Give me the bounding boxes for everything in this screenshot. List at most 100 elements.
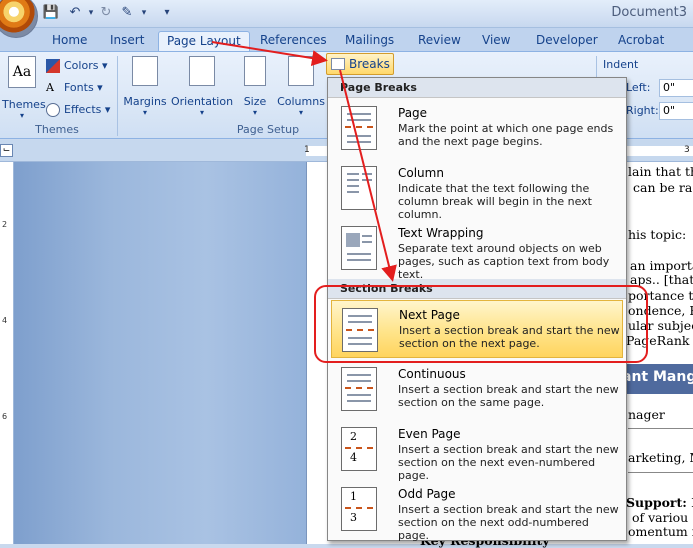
size-label: Size [243,95,267,108]
chevron-down-icon: ▾ [199,108,204,117]
qat-dropdown-icon[interactable]: ▾ [135,4,153,22]
tab-view[interactable]: View [474,31,518,51]
colors-icon [46,59,60,73]
menu-item-title: Even Page [398,427,461,441]
tab-home[interactable]: Home [44,31,95,51]
format-painter-icon[interactable]: ✎ [118,4,136,22]
fonts-button[interactable]: A Fonts ▾ [44,78,114,98]
section-heading: ant Mangl [622,369,693,385]
breaks-button[interactable]: Breaks ▾ [326,53,394,90]
vertical-ruler[interactable]: 2 4 6 [0,162,14,544]
tab-insert[interactable]: Insert [102,31,152,51]
tab-acrobat[interactable]: Acrobat [610,31,672,51]
doc-line: arketing, M. [628,450,693,465]
colors-label: Colors [64,59,99,72]
chevron-down-icon: ▾ [142,108,147,117]
breaks-icon [331,58,345,70]
chevron-down-icon: ▾ [19,111,24,120]
menu-item-desc: Indicate that the text following the col… [398,182,592,221]
fonts-icon: A [46,81,54,94]
fonts-label: Fonts [64,81,94,94]
tab-references[interactable]: References [252,31,335,51]
title-bar: 💾 ↶ ▾ ↻ ✎ ▾ ▾ Document3 [0,0,693,38]
margins-label: Margins [123,95,167,108]
menu-item-title: Text Wrapping [398,226,484,240]
doc-line: an importa [630,258,693,273]
doc-line: can be ra [633,180,693,195]
customize-qat-icon[interactable]: ▾ [158,4,176,22]
save-icon[interactable]: 💾 [42,4,60,22]
themes-label: Themes [2,98,46,111]
indent-right-field[interactable]: 0" [659,102,693,120]
window-title: Document3 [611,5,687,20]
menu-item-desc: Insert a section break and start the new… [398,383,619,409]
orientation-label: Orientation [170,95,234,108]
breaks-label: Breaks [349,57,390,71]
doc-line: his topic: [628,227,687,242]
ruler-mark: 1 [304,145,310,155]
indent-left-label: Left: [626,81,651,94]
vertical-ruler-mark: 2 [2,220,8,229]
menu-item-odd-page[interactable]: 1 3 Odd Page Insert a section break and … [331,480,623,542]
colors-button[interactable]: Colors ▾ [44,56,114,76]
indent-left-field[interactable]: 0" [659,79,693,97]
menu-item-title: Continuous [398,367,466,381]
menu-item-continuous[interactable]: Continuous Insert a section break and st… [331,360,623,418]
menu-item-title: Page [398,106,428,120]
page-break-icon [341,106,377,150]
menu-item-title: Odd Page [398,487,456,501]
size-button[interactable]: Size ▾ [238,56,272,117]
odd-page-icon: 1 3 [341,487,377,531]
margins-button[interactable]: Margins ▾ [121,56,169,117]
columns-label: Columns [277,95,325,108]
tab-page-layout[interactable]: Page Layout [158,31,250,51]
themes-group-label: Themes [35,123,79,136]
column-break-icon [341,166,377,210]
menu-item-page[interactable]: Page Mark the point at which one page en… [331,99,623,157]
doc-line: of variou [632,510,689,525]
continuous-break-icon [341,367,377,411]
menu-item-text-wrapping[interactable]: Text Wrapping Separate text around objec… [331,219,623,281]
menu-item-desc: Insert a section break and start the new… [398,503,619,542]
doc-line: omentum fo [628,524,693,539]
size-icon [244,56,266,86]
even-page-icon: 2 4 [341,427,377,471]
document-background [14,162,334,544]
vertical-ruler-mark: 6 [2,412,8,421]
menu-item-desc: Insert a section break and start the new… [398,443,619,482]
chevron-down-icon: ▾ [298,108,303,117]
indent-label: Indent [603,58,639,71]
tab-developer[interactable]: Developer [528,31,606,51]
indent-right-label: Right: [626,104,659,117]
orientation-icon [189,56,215,86]
doc-line: nager [628,407,665,422]
margins-icon [132,56,158,86]
tab-review[interactable]: Review [410,31,469,51]
columns-icon [288,56,314,86]
text-wrapping-icon [341,226,377,270]
doc-rule [628,472,693,473]
chevron-down-icon: ▾ [252,108,257,117]
vertical-ruler-mark: 4 [2,316,8,325]
effects-label: Effects [64,103,102,116]
doc-line: lain that the [628,164,693,179]
ribbon-tabs: Home Insert Page Layout References Maili… [0,28,693,51]
tab-selector-icon[interactable]: ⌙ [0,144,13,157]
annotation-highlight-box [314,285,648,363]
effects-button[interactable]: Effects ▾ [44,100,114,120]
doc-rule [628,428,693,429]
orientation-button[interactable]: Orientation ▾ [170,56,234,117]
themes-button[interactable]: Aa Themes ▾ [2,56,46,122]
tab-mailings[interactable]: Mailings [337,31,402,51]
menu-item-column[interactable]: Column Indicate that the text following … [331,159,623,221]
effects-icon [46,103,60,117]
redo-icon[interactable]: ↻ [97,4,115,22]
themes-icon: Aa [8,56,36,88]
menu-item-title: Column [398,166,444,180]
doc-line: Support: In [626,495,693,510]
page-breaks-header: Page Breaks [328,78,626,98]
group-divider [117,56,118,136]
menu-item-desc: Separate text around objects on web page… [398,242,610,281]
columns-button[interactable]: Columns ▾ [276,56,326,117]
menu-item-even-page[interactable]: 2 4 Even Page Insert a section break and… [331,420,623,482]
